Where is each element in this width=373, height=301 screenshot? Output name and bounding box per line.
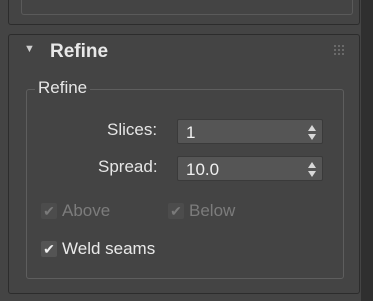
slices-value[interactable]: 1 (186, 123, 195, 143)
spinner-arrows-icon[interactable] (308, 160, 318, 178)
spinner-arrows-icon[interactable] (308, 123, 318, 141)
weld-seams-checkbox[interactable]: ✔ Weld seams (41, 238, 191, 260)
previous-rollout (8, 0, 360, 25)
checkmark-icon[interactable]: ✔ (168, 203, 184, 219)
refine-rollout-header[interactable]: ▼ Refine (9, 35, 359, 69)
group-label: Refine (35, 78, 91, 98)
collapse-arrow-icon[interactable]: ▼ (24, 43, 35, 55)
checkmark-icon[interactable]: ✔ (41, 241, 57, 257)
refine-group: Refine Slices: 1 Spread: 10.0 ✔ Above ✔ … (26, 78, 344, 279)
spinner-down-icon[interactable] (308, 134, 316, 140)
spread-value[interactable]: 10.0 (186, 160, 219, 180)
below-checkbox[interactable]: ✔ Below (168, 200, 268, 222)
command-panel: ▼ Refine Refine Slices: 1 Spread: 10.0 ✔… (0, 0, 373, 301)
above-checkbox[interactable]: ✔ Above (41, 200, 141, 222)
checkmark-icon[interactable]: ✔ (41, 203, 57, 219)
spinner-up-icon[interactable] (308, 162, 316, 168)
refine-rollout: ▼ Refine Refine Slices: 1 Spread: 10.0 ✔… (8, 34, 360, 294)
drag-grip-icon[interactable] (334, 45, 346, 57)
spinner-up-icon[interactable] (308, 125, 316, 131)
previous-rollout-group (21, 0, 353, 15)
rollout-title[interactable]: Refine (50, 41, 108, 63)
spread-label: Spread: (98, 157, 158, 176)
weld-seams-label: Weld seams (62, 239, 156, 258)
above-label: Above (62, 201, 111, 220)
panel-scroll-strip[interactable] (361, 0, 373, 301)
spinner-down-icon[interactable] (308, 171, 316, 177)
below-label: Below (189, 201, 236, 220)
spread-spinner[interactable]: 10.0 (177, 156, 323, 181)
slices-spinner[interactable]: 1 (177, 119, 323, 144)
slices-label: Slices: (107, 120, 158, 139)
